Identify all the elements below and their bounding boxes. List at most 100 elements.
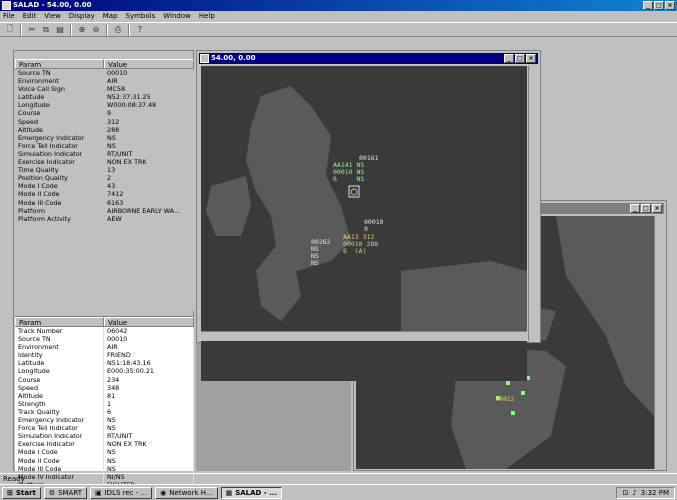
app-icon[interactable] xyxy=(2,1,11,10)
value-cell: AIR xyxy=(107,77,118,86)
menu-symbols[interactable]: Symbols xyxy=(126,11,156,22)
value-cell: 9 xyxy=(107,109,112,118)
minimize-button[interactable]: _ xyxy=(504,54,514,63)
table-row[interactable]: Voice Call Sign MC58 xyxy=(15,85,194,93)
table-row[interactable]: Mode I Code 43 xyxy=(15,182,194,190)
table-row[interactable]: Mode II Code 7412 xyxy=(15,190,194,198)
copy-icon[interactable]: ⧉ xyxy=(40,24,52,36)
vertical-scrollbar[interactable] xyxy=(654,216,665,469)
table-row[interactable]: Emergency Indicator NS xyxy=(15,134,194,142)
map-window-icon[interactable] xyxy=(200,54,209,63)
table-row[interactable]: Strength 1 xyxy=(15,399,194,408)
taskbar-item-label: SMART xyxy=(58,488,82,497)
param-cell: Mode III Code xyxy=(15,464,104,473)
menu-edit[interactable]: Edit xyxy=(23,11,37,22)
table-row[interactable]: Latitude N51:18:43.16 xyxy=(15,359,194,368)
table-row[interactable]: Simulation Indicator RT/UNIT xyxy=(15,432,194,441)
maximize-button[interactable]: □ xyxy=(654,1,664,10)
table-row[interactable]: Track Number 06042 xyxy=(15,327,194,336)
horizontal-scrollbar[interactable] xyxy=(201,331,527,341)
table-row[interactable]: Longitude W000:08:37.48 xyxy=(15,101,194,109)
table-row[interactable]: Force Tell Indicator NS xyxy=(15,424,194,433)
param-cell: Position Quality xyxy=(18,174,68,183)
paste-icon[interactable]: ▤ xyxy=(54,24,66,36)
value-cell: NON EX TRK xyxy=(104,440,194,449)
value-column-header[interactable]: Value xyxy=(104,59,194,69)
table-row[interactable]: Mode III Code 6163 xyxy=(15,199,194,207)
table-row[interactable]: Time Quality 13 xyxy=(15,166,194,174)
value-cell: NS xyxy=(104,448,194,457)
toolbar-separator xyxy=(20,23,22,36)
map-window-primary[interactable]: 54.00, 0.00 _ □ × 00161 AA141 NS 00010 N… xyxy=(196,50,541,381)
zoom-in-icon[interactable]: ⊕ xyxy=(76,24,88,36)
menu-display[interactable]: Display xyxy=(69,11,95,22)
param-cell: Simulation Indicator xyxy=(18,149,83,158)
minimize-button[interactable]: _ xyxy=(643,1,653,10)
menu-window[interactable]: Window xyxy=(163,11,191,22)
clock[interactable]: 3:32 PM xyxy=(641,489,669,497)
close-button[interactable]: × xyxy=(526,54,536,63)
table-row[interactable]: Longitude E000:35:00.21 xyxy=(15,367,194,376)
toolbar-separator xyxy=(106,23,108,36)
menu-view[interactable]: View xyxy=(44,11,61,22)
table-row[interactable]: Course 234 xyxy=(15,375,194,384)
table-row[interactable]: Mode I Code NS xyxy=(15,448,194,457)
param-cell: Course xyxy=(15,375,104,384)
minimize-button[interactable]: _ xyxy=(630,204,640,213)
table-row[interactable]: Source TN 00010 xyxy=(15,69,194,77)
table-row[interactable]: Speed 312 xyxy=(15,118,194,126)
zoom-out-icon[interactable]: ⊖ xyxy=(90,24,102,36)
taskbar-item-label: Network H... xyxy=(169,488,213,497)
param-column-header[interactable]: Param xyxy=(15,59,104,69)
value-cell: 1 xyxy=(104,399,194,408)
print-icon[interactable]: ⎙ xyxy=(112,24,124,36)
vertical-scrollbar[interactable] xyxy=(528,66,538,341)
table-row[interactable]: Latitude N52:37:31.25 xyxy=(15,93,194,101)
param-cell: Source TN xyxy=(15,335,104,344)
param-column-header[interactable]: Param xyxy=(15,317,104,327)
close-button[interactable]: × xyxy=(652,204,662,213)
table-row[interactable]: Emergency Indicator NS xyxy=(15,416,194,425)
table-row[interactable]: Force Tell Indicator NS xyxy=(15,142,194,150)
table-row[interactable]: Exercise Indicator NON EX TRK xyxy=(15,440,194,449)
table-row[interactable]: Platform Activity AEW xyxy=(15,215,194,223)
table-row[interactable]: Track Quality 6 xyxy=(15,407,194,417)
table-row[interactable]: Course 9 xyxy=(15,109,194,117)
maximize-button[interactable]: □ xyxy=(515,54,525,63)
table-row[interactable]: Position Quality 2 xyxy=(15,174,194,182)
menu-map[interactable]: Map xyxy=(103,11,118,22)
table-row[interactable]: Mode II Code NS xyxy=(15,456,194,465)
taskbar-item-network[interactable]: ◉ Network H... xyxy=(155,486,218,499)
taskbar-item-smart[interactable]: ⚙ SMART xyxy=(43,486,87,499)
menu-help[interactable]: Help xyxy=(199,11,215,22)
param-cell: Time Quality xyxy=(18,166,59,175)
taskbar-item-idls[interactable]: ▣ IDLS rec - ... xyxy=(89,486,153,499)
table-row[interactable]: Platform AIRBORNE EARLY WA... xyxy=(15,207,194,215)
maximize-button[interactable]: □ xyxy=(641,204,651,213)
table-row[interactable]: Source TN 00010 xyxy=(15,335,194,344)
table-row[interactable]: Exercise Indicator NON EX TRK xyxy=(15,158,194,166)
param-cell: Longitude xyxy=(15,367,104,376)
help-icon[interactable]: ? xyxy=(134,24,146,36)
map-window-title-bar[interactable]: 54.00, 0.00 _ □ × xyxy=(199,53,538,64)
map-geography xyxy=(206,86,527,331)
table-row[interactable]: Environment AIR xyxy=(15,77,194,85)
new-file-icon[interactable]: 🗋 xyxy=(4,24,16,36)
table-row[interactable]: Altitude 81 xyxy=(15,391,194,400)
param-cell: Force Tell Indicator xyxy=(18,141,78,150)
table-row[interactable]: Altitude 288 xyxy=(15,126,194,134)
start-button[interactable]: ⊞ Start xyxy=(2,486,41,499)
tray-icon[interactable]: ♪ xyxy=(632,489,636,497)
cut-icon[interactable]: ✂ xyxy=(26,24,38,36)
table-row[interactable]: Identity FRIEND xyxy=(15,351,194,360)
value-column-header[interactable]: Value xyxy=(104,317,194,327)
taskbar: ⊞ Start ⚙ SMART ▣ IDLS rec - ... ◉ Netwo… xyxy=(0,484,677,500)
table-row[interactable]: Simulation Indicator RT/UNIT xyxy=(15,150,194,158)
close-button[interactable]: × xyxy=(665,1,675,10)
tray-icon[interactable]: ⊡ xyxy=(622,489,628,497)
table-row[interactable]: Speed 348 xyxy=(15,383,194,392)
taskbar-item-salad[interactable]: ▦ SALAD - ... xyxy=(220,486,283,499)
menu-file[interactable]: File xyxy=(3,11,15,22)
table-row[interactable]: Mode III Code NS xyxy=(15,464,194,473)
table-row[interactable]: Environment AIR xyxy=(15,343,194,352)
